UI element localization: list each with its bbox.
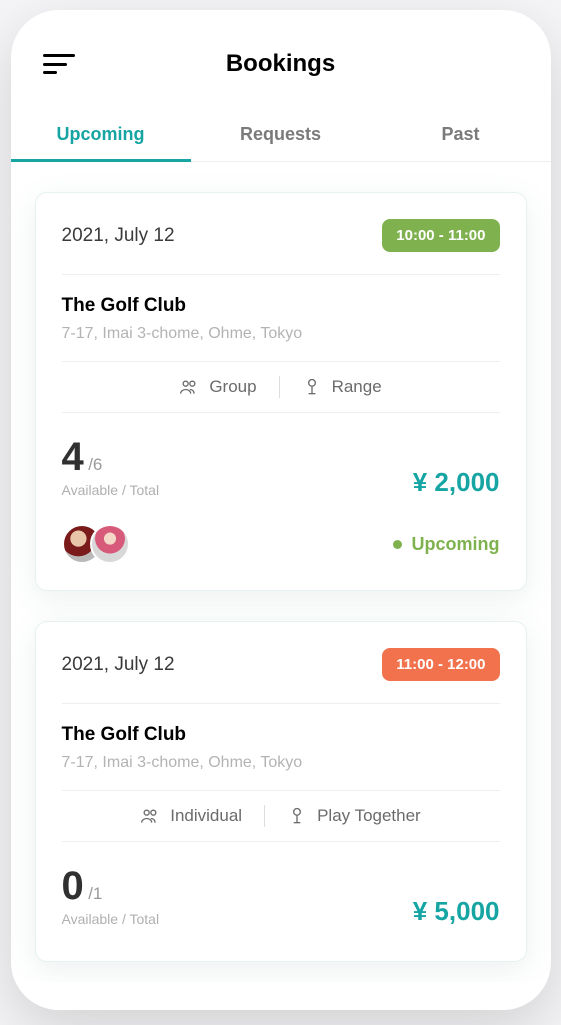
slots-total: /6 (88, 455, 102, 474)
status-label: Upcoming (412, 534, 500, 555)
divider (264, 805, 265, 827)
booking-date: 2021, July 12 (62, 654, 175, 676)
time-badge: 11:00 - 12:00 (382, 648, 499, 681)
booking-date: 2021, July 12 (62, 225, 175, 247)
header: Bookings (11, 10, 551, 108)
pin-icon (302, 377, 322, 397)
pin-icon (287, 806, 307, 826)
venue-section: The Golf Club 7-17, Imai 3-chome, Ohme, … (62, 704, 500, 790)
slots: 4 /6 Available / Total (62, 435, 160, 498)
group-type: Group (179, 377, 256, 397)
slots-total: /1 (88, 884, 102, 903)
status-badge: Upcoming (393, 534, 500, 555)
booking-card[interactable]: 2021, July 12 11:00 - 12:00 The Golf Clu… (35, 621, 527, 962)
slots-available: 4 (62, 435, 84, 479)
slots-caption: Available / Total (62, 482, 160, 498)
meta-row: Individual Play Together (62, 790, 500, 842)
app-screen: Bookings Upcoming Requests Past 2021, Ju… (11, 10, 551, 1010)
venue-address: 7-17, Imai 3-chome, Ohme, Tokyo (62, 325, 500, 343)
play-type-label: Play Together (317, 806, 421, 826)
group-type-label: Individual (170, 806, 242, 826)
tab-past[interactable]: Past (371, 108, 551, 161)
status-dot-icon (393, 540, 402, 549)
card-header: 2021, July 12 11:00 - 12:00 (62, 648, 500, 704)
stats-row: 4 /6 Available / Total ¥ 2,000 (62, 413, 500, 506)
card-header: 2021, July 12 10:00 - 11:00 (62, 219, 500, 275)
stats-row: 0 /1 Available / Total ¥ 5,000 (62, 842, 500, 935)
venue-section: The Golf Club 7-17, Imai 3-chome, Ohme, … (62, 275, 500, 361)
play-type: Play Together (287, 806, 421, 826)
group-type-label: Group (209, 377, 256, 397)
people-icon (179, 377, 199, 397)
venue-address: 7-17, Imai 3-chome, Ohme, Tokyo (62, 754, 500, 772)
slots-available: 0 (62, 864, 84, 908)
tab-upcoming[interactable]: Upcoming (11, 108, 191, 161)
avatar[interactable] (90, 524, 130, 564)
venue-name: The Golf Club (62, 724, 500, 746)
card-footer: Upcoming (62, 506, 500, 564)
tab-requests[interactable]: Requests (191, 108, 371, 161)
price: ¥ 2,000 (413, 467, 500, 498)
price: ¥ 5,000 (413, 896, 500, 927)
group-type: Individual (140, 806, 242, 826)
venue-name: The Golf Club (62, 295, 500, 317)
booking-card[interactable]: 2021, July 12 10:00 - 11:00 The Golf Clu… (35, 192, 527, 591)
avatar-stack[interactable] (62, 524, 130, 564)
play-type: Range (302, 377, 382, 397)
meta-row: Group Range (62, 361, 500, 413)
people-icon (140, 806, 160, 826)
tabs: Upcoming Requests Past (11, 108, 551, 162)
divider (279, 376, 280, 398)
page-title: Bookings (43, 50, 519, 78)
play-type-label: Range (332, 377, 382, 397)
time-badge: 10:00 - 11:00 (382, 219, 499, 252)
bookings-list[interactable]: 2021, July 12 10:00 - 11:00 The Golf Clu… (11, 162, 551, 982)
slots-caption: Available / Total (62, 911, 160, 927)
slots: 0 /1 Available / Total (62, 864, 160, 927)
